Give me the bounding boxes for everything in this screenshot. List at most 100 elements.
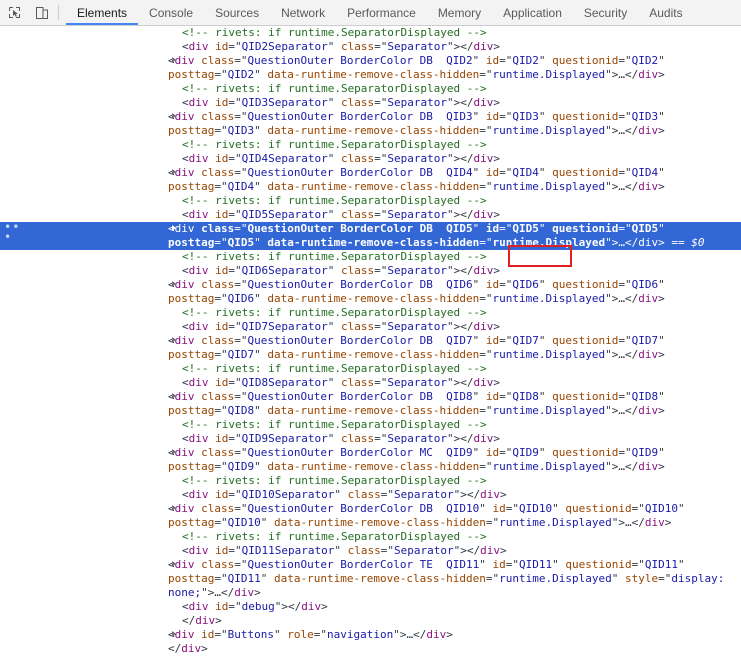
tab-security[interactable]: Security	[573, 0, 638, 25]
comment-text: <!-- rivets: if runtime.SeparatorDisplay…	[182, 418, 487, 431]
attr-name: style	[625, 572, 659, 585]
dom-comment-row[interactable]: <!-- rivets: if runtime.SeparatorDisplay…	[0, 306, 741, 320]
dom-node-row[interactable]: <div id="QID6Separator" class="Separator…	[0, 264, 741, 278]
tag-name-close: div	[638, 460, 659, 473]
dom-node-row[interactable]: <div id="debug"></div>	[0, 600, 741, 614]
dom-node-row[interactable]: <div class="QuestionOuter BorderColor DB…	[0, 334, 741, 362]
dom-node-row[interactable]: <div class="QuestionOuter BorderColor MC…	[0, 446, 741, 474]
inspect-element-icon[interactable]	[0, 0, 28, 25]
expand-triangle-icon[interactable]	[172, 449, 176, 455]
tab-sources[interactable]: Sources	[204, 0, 270, 25]
expand-triangle-icon[interactable]	[172, 113, 176, 119]
dom-node-row[interactable]: <div id="QID7Separator" class="Separator…	[0, 320, 741, 334]
dom-close-tag-row[interactable]: </div>	[0, 614, 741, 628]
dom-tree-panel[interactable]: <!-- rivets: if runtime.SeparatorDisplay…	[0, 26, 741, 663]
attr-name: id	[485, 222, 500, 235]
attr-value: QID8	[227, 404, 255, 417]
expand-triangle-icon[interactable]	[172, 281, 176, 287]
tab-audits[interactable]: Audits	[638, 0, 693, 25]
attr-name: class	[201, 110, 235, 123]
attr-name: class	[201, 222, 235, 235]
dom-node-row[interactable]: <div id="QID3Separator" class="Separator…	[0, 96, 741, 110]
attr-value: runtime.Displayed	[492, 68, 606, 81]
tab-performance[interactable]: Performance	[336, 0, 427, 25]
attr-value: QuestionOuter BorderColor MC QID9	[247, 446, 473, 459]
dom-node-row[interactable]: <div id="QID5Separator" class="Separator…	[0, 208, 741, 222]
tag-name-close: div	[473, 264, 494, 277]
tag-name-close: div	[638, 404, 659, 417]
dom-comment-row[interactable]: <!-- rivets: if runtime.SeparatorDisplay…	[0, 138, 741, 152]
dom-node-row[interactable]: <div id="QID10Separator" class="Separato…	[0, 488, 741, 502]
dom-node-row[interactable]: <div id="QID8Separator" class="Separator…	[0, 376, 741, 390]
dom-node-row[interactable]: <div class="QuestionOuter BorderColor DB…	[0, 502, 741, 530]
collapsed-children-ellipsis[interactable]: …	[618, 236, 625, 249]
collapsed-children-ellipsis[interactable]: …	[618, 460, 625, 473]
expand-triangle-icon[interactable]	[172, 225, 176, 231]
collapsed-children-ellipsis[interactable]: …	[618, 348, 625, 361]
device-toolbar-icon[interactable]	[28, 0, 56, 25]
collapsed-children-ellipsis[interactable]: …	[618, 292, 625, 305]
dom-node-row[interactable]: <div class="QuestionOuter BorderColor TE…	[0, 558, 741, 600]
dom-close-tag-row[interactable]: </div>	[0, 642, 741, 656]
attr-value: Separator	[393, 544, 454, 557]
dom-node-row[interactable]: <div class="QuestionOuter BorderColor DB…	[0, 110, 741, 138]
expand-triangle-icon[interactable]	[172, 631, 176, 637]
collapsed-children-ellipsis[interactable]: …	[625, 516, 632, 529]
dom-rows-container: <!-- rivets: if runtime.SeparatorDisplay…	[0, 26, 741, 656]
attr-name: questionid	[552, 390, 619, 403]
tab-network[interactable]: Network	[270, 0, 336, 25]
tag-name: div	[174, 334, 195, 347]
tag-name: div	[174, 558, 195, 571]
collapsed-children-ellipsis[interactable]: …	[618, 124, 625, 137]
tag-name-close: div	[480, 544, 500, 557]
collapsed-children-ellipsis[interactable]: …	[618, 180, 625, 193]
tag-name: div	[188, 488, 209, 501]
dom-comment-row[interactable]: <!-- rivets: if runtime.SeparatorDisplay…	[0, 26, 741, 40]
attr-name: questionid	[552, 222, 619, 235]
dom-node-row[interactable]: <div id="QID2Separator" class="Separator…	[0, 40, 741, 54]
dom-node-row[interactable]: <div class="QuestionOuter BorderColor DB…	[0, 390, 741, 418]
collapsed-children-ellipsis[interactable]: …	[618, 404, 625, 417]
expand-triangle-icon[interactable]	[172, 337, 176, 343]
dom-node-row[interactable]: <div class="QuestionOuter BorderColor DB…	[0, 278, 741, 306]
attr-name: posttag	[168, 460, 215, 473]
dom-node-row[interactable]: <div class="QuestionOuter BorderColor DB…	[0, 166, 741, 194]
dom-node-row-selected[interactable]: ••• <div class="QuestionOuter BorderColor…	[0, 221, 741, 250]
attr-value: QID7	[512, 334, 539, 347]
expand-triangle-icon[interactable]	[172, 57, 176, 63]
tag-name-close: div	[638, 292, 659, 305]
expand-triangle-icon[interactable]	[172, 393, 176, 399]
dom-comment-row[interactable]: <!-- rivets: if runtime.SeparatorDisplay…	[0, 194, 741, 208]
expand-triangle-icon[interactable]	[172, 169, 176, 175]
attr-value: Separator	[387, 96, 447, 109]
collapsed-children-ellipsis[interactable]: …	[618, 68, 625, 81]
dom-node-row[interactable]: <div id="QID11Separator" class="Separato…	[0, 544, 741, 558]
attr-value: Buttons	[227, 628, 274, 641]
tab-console[interactable]: Console	[138, 0, 204, 25]
tab-elements[interactable]: Elements	[66, 0, 139, 25]
row-more-button[interactable]: •••	[4, 221, 22, 243]
dom-comment-row[interactable]: <!-- rivets: if runtime.SeparatorDisplay…	[0, 362, 741, 376]
dom-node-row[interactable]: <div id="QID9Separator" class="Separator…	[0, 432, 741, 446]
attr-name: id	[485, 334, 500, 347]
attr-value: navigation	[326, 628, 394, 641]
expand-triangle-icon[interactable]	[172, 561, 176, 567]
tab-memory[interactable]: Memory	[427, 0, 492, 25]
dom-node-row[interactable]: <div class="QuestionOuter BorderColor DB…	[0, 54, 741, 82]
dom-comment-row[interactable]: <!-- rivets: if runtime.SeparatorDisplay…	[0, 418, 741, 432]
attr-name: data-runtime-remove-class-hidden	[273, 516, 486, 529]
selected-node-reference: == $0	[671, 236, 705, 249]
attr-value: QID4	[512, 166, 539, 179]
dom-node-row[interactable]: <div id="Buttons" role="navigation">…</d…	[0, 628, 741, 642]
attr-name: posttag	[168, 68, 215, 81]
attr-value: QuestionOuter BorderColor DB QID8	[247, 390, 473, 403]
expand-triangle-icon[interactable]	[172, 505, 176, 511]
dom-comment-row[interactable]: <!-- rivets: if runtime.SeparatorDisplay…	[0, 82, 741, 96]
dom-comment-row[interactable]: <!-- rivets: if runtime.SeparatorDisplay…	[0, 474, 741, 488]
dom-comment-row[interactable]: <!-- rivets: if runtime.SeparatorDisplay…	[0, 530, 741, 544]
attr-name: class	[347, 488, 381, 501]
dom-node-row[interactable]: <div id="QID4Separator" class="Separator…	[0, 152, 741, 166]
collapsed-children-ellipsis[interactable]: …	[214, 586, 221, 599]
tab-application[interactable]: Application	[492, 0, 573, 25]
dom-comment-row[interactable]: <!-- rivets: if runtime.SeparatorDisplay…	[0, 250, 741, 264]
